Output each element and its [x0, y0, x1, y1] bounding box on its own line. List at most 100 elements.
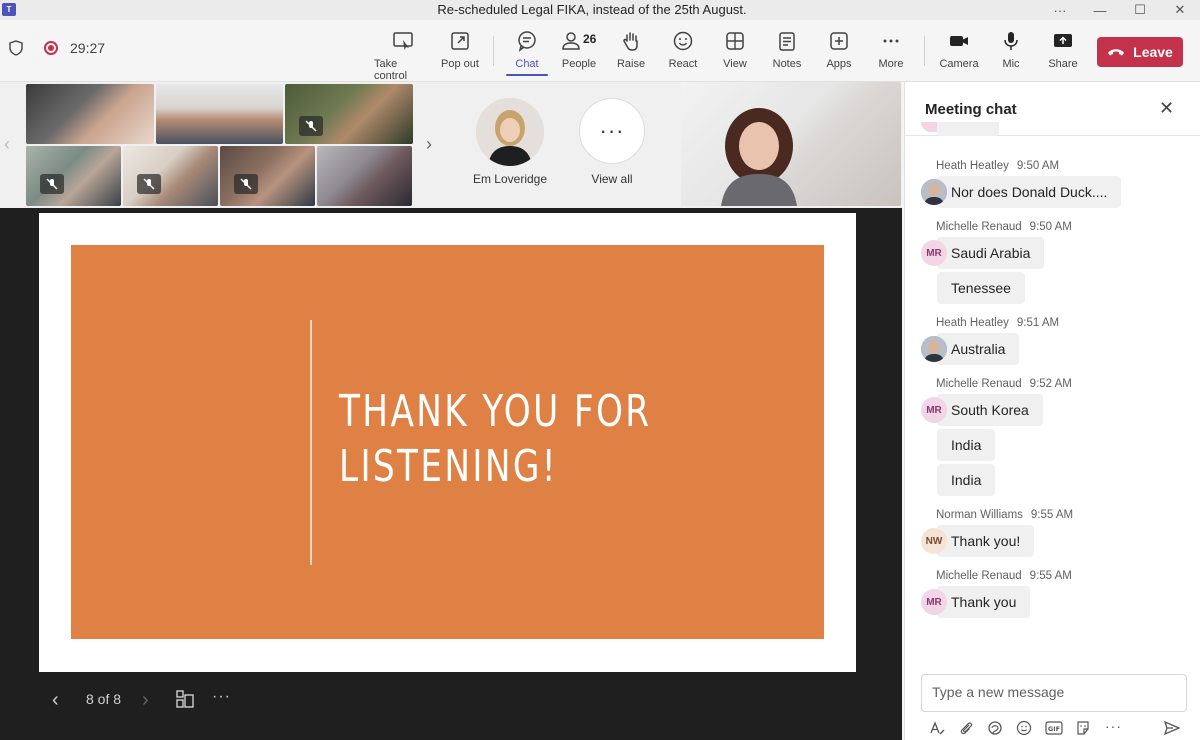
chat-message[interactable]: India [937, 429, 996, 461]
smiley-icon [673, 31, 693, 51]
leave-button[interactable]: Leave [1097, 37, 1183, 67]
recording-icon [44, 41, 58, 55]
chat-message[interactable]: India [937, 464, 996, 496]
raise-hand-icon [623, 32, 638, 51]
participant-video-tile[interactable] [26, 146, 121, 206]
chat-message[interactable]: Thank you! [937, 525, 1035, 557]
toolbar-divider [493, 36, 494, 66]
format-text-icon[interactable] [929, 720, 945, 739]
gallery-next-arrow[interactable]: › [426, 134, 432, 155]
meeting-chat-panel: Meeting chat ✕ Heath Heatley 9:50 AM Nor … [904, 82, 1200, 740]
sticker-icon[interactable] [1075, 720, 1091, 739]
chat-title: Meeting chat [925, 101, 1017, 118]
view-button[interactable]: View [707, 30, 763, 70]
view-all-label: View all [591, 172, 633, 186]
chat-message[interactable]: Thank you [937, 586, 1031, 618]
chat-button[interactable]: Chat [499, 30, 555, 76]
pop-out-button[interactable]: Pop out [432, 30, 488, 70]
people-button[interactable]: 26 People [551, 30, 607, 70]
featured-participant-name: Em Loveridge [472, 172, 548, 186]
close-icon[interactable]: ✕ [1159, 98, 1174, 119]
participant-video-tile[interactable] [220, 146, 315, 206]
participant-video-tile[interactable] [123, 146, 218, 206]
avatar: NW [921, 528, 947, 554]
window-title: Re-scheduled Legal FIKA, instead of the … [437, 2, 747, 17]
slide-more-options-icon[interactable]: ··· [212, 688, 231, 706]
chat-icon [518, 31, 536, 52]
self-view-video[interactable] [681, 82, 901, 206]
participant-video-tile[interactable] [26, 84, 154, 144]
share-button[interactable]: Share [1035, 30, 1091, 70]
meeting-timer: 29:27 [70, 40, 106, 56]
mic-button[interactable]: Mic [983, 30, 1039, 70]
toolbar-divider [924, 36, 925, 66]
raise-hand-button[interactable]: Raise [603, 30, 659, 70]
message-meta: Michelle Renaud 9:52 AM [936, 378, 1072, 390]
send-icon[interactable] [1163, 720, 1181, 739]
window-titlebar: T Re-scheduled Legal FIKA, instead of th… [0, 0, 1200, 20]
window-more-icon[interactable]: ··· [1040, 0, 1080, 20]
notes-button[interactable]: Notes [759, 30, 815, 70]
message-meta: Heath Heatley 9:50 AM [936, 160, 1060, 172]
meeting-status: 29:27 [8, 40, 105, 56]
participant-gallery: ‹ › Em Loveridge ··· View all [0, 82, 902, 208]
chat-bubble-partial [937, 122, 999, 136]
participant-video-tile[interactable] [156, 84, 283, 144]
participant-video-tile[interactable] [285, 84, 413, 144]
avatar: MR [921, 589, 947, 615]
share-screen-icon [1054, 34, 1072, 47]
chat-message[interactable]: Nor does Donald Duck.... [937, 176, 1122, 208]
message-meta: Michelle Renaud 9:50 AM [936, 221, 1072, 233]
chat-message[interactable]: Saudi Arabia [937, 237, 1045, 269]
view-all-button[interactable]: ··· [579, 98, 645, 164]
active-tab-indicator [506, 74, 548, 76]
react-button[interactable]: React [655, 30, 711, 70]
chat-message[interactable]: Tenessee [937, 272, 1025, 304]
muted-mic-icon [234, 174, 258, 194]
avatar: MR [921, 397, 947, 423]
avatar: MR [921, 240, 947, 266]
svg-text:GIF: GIF [1048, 725, 1060, 733]
apps-button[interactable]: Apps [811, 30, 867, 70]
notes-icon [779, 32, 795, 51]
camera-button[interactable]: Camera [931, 30, 987, 70]
slide-page-indicator: 8 of 8 [86, 691, 122, 707]
take-control-button[interactable]: Take control [374, 30, 432, 82]
pop-out-icon [451, 32, 469, 50]
chat-message[interactable]: South Korea [937, 394, 1043, 426]
loop-component-icon[interactable] [987, 720, 1003, 739]
featured-participant-avatar[interactable] [476, 98, 544, 166]
chat-message[interactable]: Australia [937, 333, 1020, 365]
slide-overview-icon[interactable] [176, 690, 194, 711]
gallery-prev-arrow[interactable]: ‹ [4, 134, 10, 155]
avatar [921, 179, 947, 205]
gif-icon[interactable]: GIF [1045, 720, 1063, 739]
people-icon [562, 32, 580, 50]
close-window-button[interactable]: ✕ [1160, 0, 1200, 20]
slide-title: THANK YOU FOR LISTENING! [339, 386, 652, 492]
microphone-icon [1004, 32, 1018, 50]
more-button[interactable]: More [863, 30, 919, 70]
participant-video-tile[interactable] [317, 146, 412, 206]
take-control-icon [393, 32, 413, 50]
composer-toolbar: GIF ··· [905, 718, 1200, 740]
muted-mic-icon [299, 116, 323, 136]
camera-icon [950, 36, 968, 46]
maximize-button[interactable]: ☐ [1120, 0, 1160, 20]
view-layout-icon [726, 32, 744, 50]
message-meta: Heath Heatley 9:51 AM [936, 317, 1060, 329]
more-dots-icon [883, 39, 899, 43]
emoji-icon[interactable] [1016, 720, 1032, 739]
shield-icon [9, 40, 23, 56]
message-input[interactable] [932, 675, 1172, 709]
avatar [921, 336, 947, 362]
apps-plus-icon [830, 32, 848, 50]
muted-mic-icon [40, 174, 64, 194]
meeting-toolbar: 29:27 Take control Pop out Chat 26 Peopl… [0, 20, 1200, 82]
more-options-icon[interactable]: ··· [1105, 718, 1122, 734]
attach-icon[interactable] [958, 720, 974, 739]
message-meta: Norman Williams 9:55 AM [936, 509, 1074, 521]
previous-slide-button[interactable]: ‹ [52, 689, 59, 712]
next-slide-button[interactable]: › [142, 689, 149, 712]
minimize-button[interactable]: — [1080, 0, 1120, 20]
